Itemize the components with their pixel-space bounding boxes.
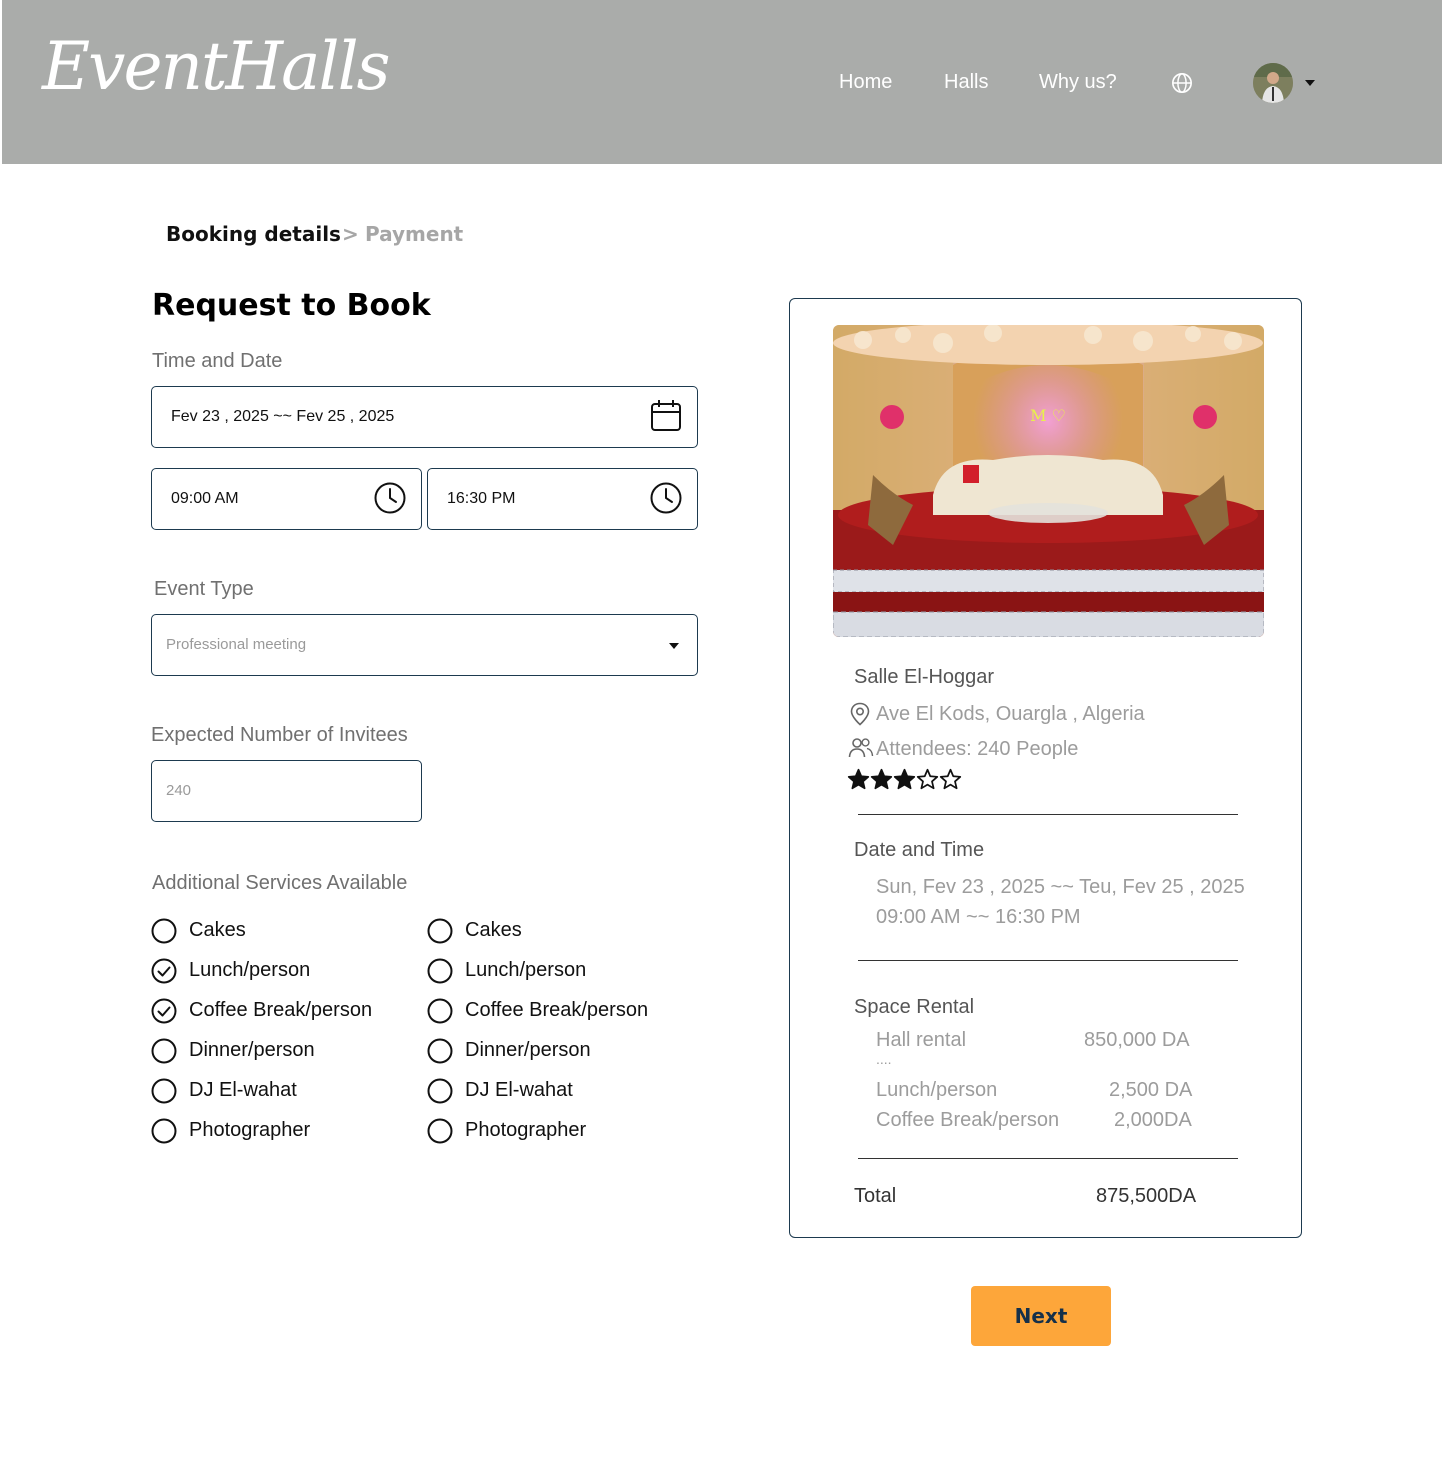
space-rental-label: Space Rental bbox=[854, 996, 975, 1018]
radio-circle-icon bbox=[151, 1118, 177, 1144]
event-type-placeholder: Professional meeting bbox=[166, 636, 307, 653]
lunch-price: 2,500 DA bbox=[1109, 1079, 1193, 1101]
invitees-input[interactable]: 240 bbox=[151, 760, 422, 822]
top-header: EventHalls Home Halls Why us? bbox=[2, 0, 1442, 164]
breadcrumb-payment[interactable]: Payment bbox=[365, 222, 463, 246]
radio-circle-icon bbox=[427, 1078, 453, 1104]
logo[interactable]: EventHalls bbox=[42, 28, 391, 105]
star-filled-icon bbox=[893, 768, 916, 790]
invitees-placeholder: 240 bbox=[166, 782, 192, 799]
hall-photo: M ♡ bbox=[833, 325, 1264, 637]
attendees-text: Attendees: 240 People bbox=[876, 738, 1079, 760]
breadcrumb-booking-details[interactable]: Booking details bbox=[166, 222, 341, 246]
calendar-icon[interactable] bbox=[650, 398, 682, 432]
end-time-value: 16:30 PM bbox=[447, 490, 516, 507]
globe-icon[interactable] bbox=[1171, 72, 1193, 94]
service-option-label: Photographer bbox=[189, 1119, 311, 1141]
total-price: 875,500DA bbox=[1096, 1185, 1197, 1207]
hall-image: M ♡ bbox=[833, 325, 1264, 637]
checked-circle-icon bbox=[151, 958, 177, 984]
clock-icon[interactable] bbox=[373, 481, 407, 515]
breadcrumb-separator: > bbox=[342, 222, 359, 246]
event-type-select[interactable]: Professional meeting bbox=[151, 614, 698, 676]
radio-circle-icon bbox=[427, 958, 453, 984]
radio-circle-icon bbox=[151, 1038, 177, 1064]
next-button[interactable]: Next bbox=[971, 1286, 1111, 1346]
page-title: Request to Book bbox=[152, 288, 431, 323]
avatar[interactable] bbox=[1253, 63, 1293, 103]
coffee-break-price: 2,000DA bbox=[1114, 1109, 1192, 1131]
radio-circle-icon bbox=[427, 998, 453, 1024]
ellipsis: .... bbox=[876, 1051, 892, 1067]
star-filled-icon bbox=[847, 768, 870, 790]
nav-home-link[interactable]: Home bbox=[839, 71, 892, 94]
divider bbox=[858, 960, 1238, 961]
star-outline-icon bbox=[916, 768, 939, 790]
service-option-label: Dinner/person bbox=[189, 1039, 315, 1061]
divider bbox=[858, 814, 1238, 815]
clock-icon[interactable] bbox=[649, 481, 683, 515]
service-option-label: Cakes bbox=[189, 919, 246, 941]
radio-circle-icon bbox=[427, 1118, 453, 1144]
service-option-label: Lunch/person bbox=[465, 959, 587, 981]
checked-circle-icon bbox=[151, 998, 177, 1024]
radio-circle-icon bbox=[151, 1078, 177, 1104]
hall-name: Salle El-Hoggar bbox=[854, 666, 995, 688]
event-type-label: Event Type bbox=[154, 578, 254, 600]
radio-circle-icon bbox=[151, 918, 177, 944]
star-filled-icon bbox=[870, 768, 893, 790]
summary-date-line: Sun, Fev 23 , 2025 ~~ Teu, Fev 25 , 2025 bbox=[876, 876, 1245, 898]
star-outline-icon bbox=[939, 768, 962, 790]
service-option-label: DJ El-wahat bbox=[465, 1079, 573, 1101]
date-range-value: Fev 23 , 2025 ~~ Fev 25 , 2025 bbox=[171, 408, 395, 425]
total-label: Total bbox=[854, 1185, 897, 1207]
svg-text:M ♡: M ♡ bbox=[1030, 406, 1066, 425]
nav-halls-link[interactable]: Halls bbox=[944, 71, 988, 94]
lunch-label: Lunch/person bbox=[876, 1079, 998, 1101]
summary-time-line: 09:00 AM ~~ 16:30 PM bbox=[876, 906, 1081, 928]
hall-rental-price: 850,000 DA bbox=[1084, 1029, 1190, 1051]
service-option-label: Coffee Break/person bbox=[189, 999, 373, 1021]
service-option-label: Lunch/person bbox=[189, 959, 311, 981]
end-time-field[interactable]: 16:30 PM bbox=[427, 468, 698, 530]
account-dropdown-icon[interactable] bbox=[1305, 80, 1315, 86]
hall-rental-label: Hall rental bbox=[876, 1029, 967, 1051]
service-option-label: Coffee Break/person bbox=[465, 999, 649, 1021]
date-range-field[interactable]: Fev 23 , 2025 ~~ Fev 25 , 2025 bbox=[151, 386, 698, 448]
invitees-label: Expected Number of Invitees bbox=[151, 724, 408, 746]
services-label: Additional Services Available bbox=[152, 872, 408, 894]
location-pin-icon bbox=[850, 702, 870, 726]
chevron-down-icon bbox=[669, 643, 679, 649]
coffee-break-label: Coffee Break/person bbox=[876, 1109, 1060, 1131]
service-option-label: DJ El-wahat bbox=[189, 1079, 297, 1101]
divider bbox=[858, 1158, 1238, 1159]
nav-why-us-link[interactable]: Why us? bbox=[1039, 71, 1117, 94]
date-time-label: Date and Time bbox=[854, 839, 985, 861]
user-photo-icon bbox=[1253, 63, 1293, 103]
service-option-label: Dinner/person bbox=[465, 1039, 591, 1061]
service-option-label: Cakes bbox=[465, 919, 522, 941]
users-icon bbox=[848, 738, 874, 758]
start-time-field[interactable]: 09:00 AM bbox=[151, 468, 422, 530]
radio-circle-icon bbox=[427, 1038, 453, 1064]
time-date-label: Time and Date bbox=[152, 350, 283, 372]
hall-address: Ave El Kods, Ouargla , Algeria bbox=[876, 703, 1145, 725]
service-option-label: Photographer bbox=[465, 1119, 587, 1141]
start-time-value: 09:00 AM bbox=[171, 490, 239, 507]
radio-circle-icon bbox=[427, 918, 453, 944]
